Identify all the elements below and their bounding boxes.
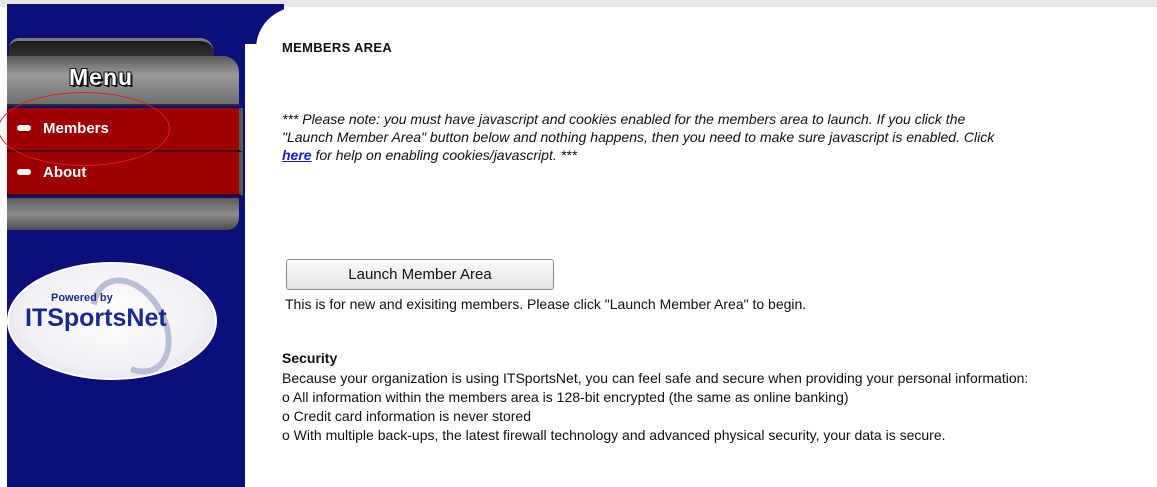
note-text-after: for help on enabling cookies/javascript.…: [311, 147, 577, 163]
launch-member-area-button[interactable]: Launch Member Area: [286, 259, 554, 290]
launch-description: This is for new and exisiting members. P…: [285, 296, 807, 312]
highlight-circle: [0, 92, 170, 166]
security-intro: Because your organization is using ITSpo…: [282, 370, 1029, 386]
page-title: MEMBERS AREA: [282, 40, 393, 55]
powered-by-logo: Powered by ITSportsNet: [7, 262, 217, 390]
bullet-icon: [17, 169, 31, 175]
main-content: MEMBERS AREA *** Please note: you must h…: [282, 0, 1152, 487]
list-item: o Credit card information is never store…: [282, 408, 531, 424]
menu-footer: [7, 198, 239, 230]
logo-powered-by: Powered by: [51, 292, 113, 304]
help-link[interactable]: here: [282, 147, 312, 163]
javascript-note: *** Please note: you must have javascrip…: [282, 110, 1002, 164]
security-points: o All information within the members are…: [282, 388, 1148, 445]
sidebar-item-label: About: [43, 164, 87, 181]
logo-brand: ITSportsNet: [25, 304, 167, 332]
menu-title: Menu: [69, 64, 134, 90]
security-section: Because your organization is using ITSpo…: [282, 369, 1148, 445]
security-heading: Security: [282, 350, 338, 366]
list-item: o With multiple back-ups, the latest fir…: [282, 427, 946, 443]
list-item: o All information within the members are…: [282, 389, 849, 405]
note-text-before: *** Please note: you must have javascrip…: [282, 111, 995, 145]
